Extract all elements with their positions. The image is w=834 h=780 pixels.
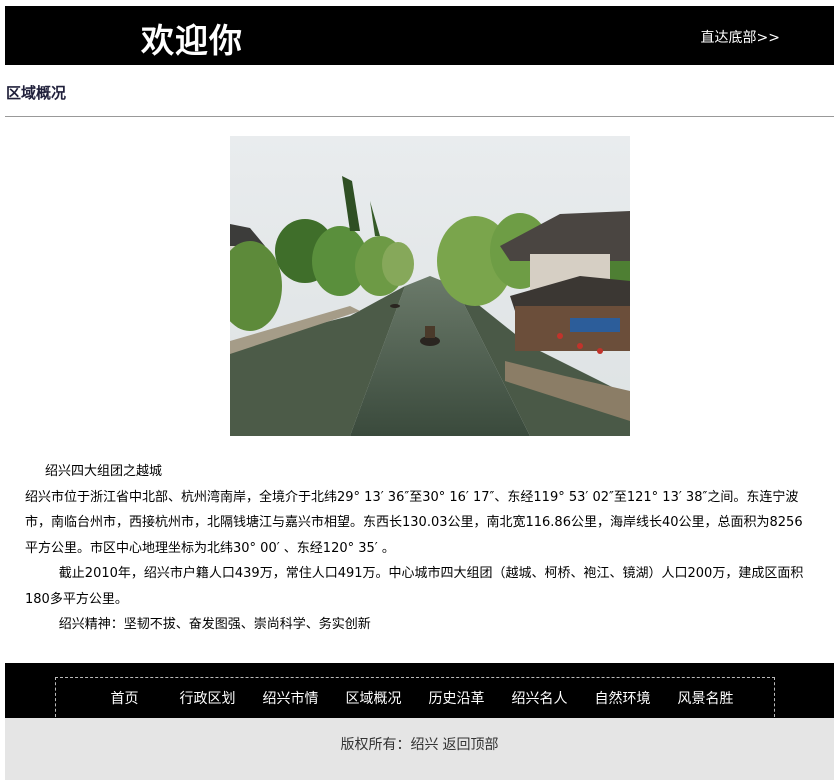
nav-item-scenic-spots[interactable]: 风景名胜 [664, 688, 747, 708]
content-paragraph-spirit: 绍兴精神：坚韧不拔、奋发图强、崇尚科学、务实创新 [58, 617, 371, 632]
nav-item-administrative-divisions[interactable]: 行政区划 [166, 688, 249, 708]
nav-item-home[interactable]: 首页 [83, 688, 166, 708]
back-to-top-link[interactable]: 返回顶部 [443, 737, 499, 753]
header-bar: 欢迎你 直达底部>> [5, 6, 834, 65]
nav-item-notable-people[interactable]: 绍兴名人 [498, 688, 581, 708]
content-section: 绍兴四大组团之越城 绍兴市位于浙江省中北部、杭州湾南岸，全境介于北纬29° 13… [25, 459, 815, 638]
page-title: 区域概况 [6, 84, 67, 102]
content-paragraph-location: 绍兴市位于浙江省中北部、杭州湾南岸，全境介于北纬29° 13′ 36″至30° … [25, 489, 803, 556]
footer-text: 版权所有：绍兴 返回顶部 [5, 734, 834, 754]
copyright-text: 版权所有：绍兴 [340, 737, 439, 753]
bottom-nav-bar: 首页 行政区划 绍兴市情 区域概况 历史沿革 绍兴名人 自然环境 风景名胜 [5, 663, 834, 718]
bottom-nav-menu: 首页 行政区划 绍兴市情 区域概况 历史沿革 绍兴名人 自然环境 风景名胜 [55, 677, 775, 717]
site-logo: 欢迎你 [141, 21, 243, 60]
jump-to-bottom-link[interactable]: 直达底部>> [701, 27, 780, 47]
nav-item-history[interactable]: 历史沿革 [415, 688, 498, 708]
water-town-photo [230, 136, 630, 436]
nav-item-regional-overview[interactable]: 区域概况 [332, 688, 415, 708]
nav-item-natural-environment[interactable]: 自然环境 [581, 688, 664, 708]
content-subtitle: 绍兴四大组团之越城 [45, 464, 163, 479]
content-paragraph-population: 截止2010年，绍兴市户籍人口439万，常住人口491万。中心城市四大组团（越城… [25, 566, 804, 607]
title-divider [5, 116, 834, 117]
page: 欢迎你 直达底部>> 区域概况 绍兴四大组团之越城 绍兴市位于浙江省中北部、杭州… [0, 0, 834, 780]
nav-item-city-profile[interactable]: 绍兴市情 [249, 688, 332, 708]
footer: 版权所有：绍兴 返回顶部 [5, 718, 834, 780]
